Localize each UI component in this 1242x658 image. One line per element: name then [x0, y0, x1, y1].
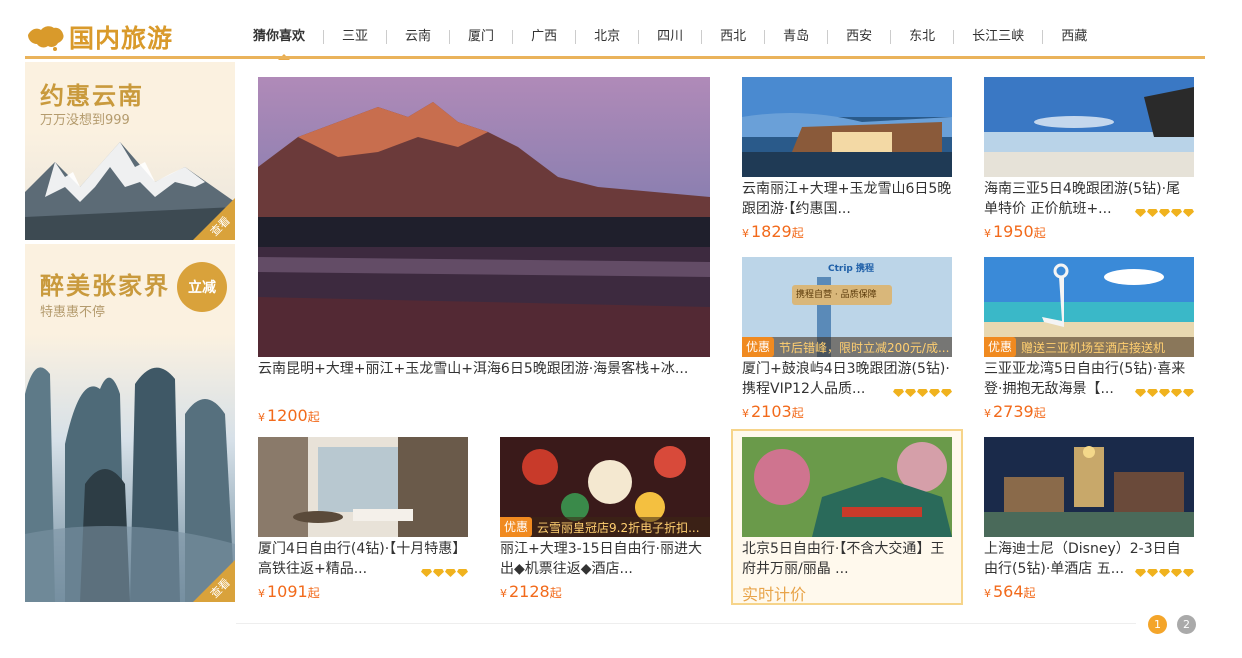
product-card[interactable]: 云南丽江+大理+玉龙雪山6日5晚跟团游·【约惠国... ¥1829起 — [742, 77, 952, 241]
product-title: 海南三亚5日4晚跟团游(5钻)·尾单特价 正价航班+... — [984, 179, 1194, 219]
product-image — [984, 437, 1194, 537]
product-card[interactable]: 优惠 赠送三亚机场至酒店接送机 三亚亚龙湾5日自由行(5钻)·喜来登·拥抱无敌海景… — [984, 257, 1194, 421]
product-price: ¥564起 — [984, 582, 1036, 601]
nav-tab-tibet[interactable]: 西藏 — [1042, 30, 1105, 44]
diamond-rating — [1132, 389, 1194, 397]
product-price: ¥2103起 — [742, 402, 804, 421]
product-title: 云南丽江+大理+玉龙雪山6日5晚跟团游·【约惠国... — [742, 181, 952, 217]
header-divider — [25, 56, 1205, 59]
nav-tab-sichuan[interactable]: 四川 — [638, 30, 701, 44]
product-image — [258, 437, 468, 537]
product-image — [984, 77, 1194, 177]
product-card[interactable]: Ctrip 携程 携程自营 · 品质保障 优惠 节后错峰，限时立减200元/成..… — [742, 257, 952, 421]
product-image — [258, 77, 710, 357]
product-price: ¥2739起 — [984, 402, 1046, 421]
product-card[interactable]: 优惠 云雪丽皇冠店9.2折电子折扣... 丽江+大理3-15日自由行·丽进大出◆机… — [500, 437, 710, 601]
product-price: ¥1091起 — [258, 582, 320, 601]
product-title: 北京5日自由行·【不含大交通】王府井万丽/丽晶 ... — [742, 541, 945, 577]
nav-tab-northwest[interactable]: 西北 — [701, 30, 764, 44]
ctrip-brand-text: Ctrip 携程 — [828, 264, 875, 274]
nav-tab-xiamen[interactable]: 厦门 — [449, 30, 512, 44]
promo-bar: 优惠 节后错峰，限时立减200元/成... — [742, 337, 952, 357]
banner-yunnan[interactable]: 约惠云南 万万没想到999 查看 — [25, 62, 235, 240]
product-image: 优惠 云雪丽皇冠店9.2折电子折扣... — [500, 437, 710, 537]
promo-tag: 优惠 — [500, 517, 533, 537]
product-price: ¥1829起 — [742, 222, 804, 241]
nav-tab-sanya[interactable]: 三亚 — [323, 30, 386, 44]
product-title: 丽江+大理3-15日自由行·丽进大出◆机票往返◆酒店... — [500, 541, 702, 577]
banner-zhangjiajie[interactable]: 醉美张家界 特惠惠不停 立减 查看 — [25, 244, 235, 602]
footer-divider — [236, 623, 1136, 624]
banner-subtitle: 特惠惠不停 — [40, 305, 106, 320]
product-price: ¥1950起 — [984, 222, 1046, 241]
product-price: ¥1200起 — [258, 406, 320, 425]
china-map-icon — [28, 26, 64, 51]
product-title: 云南昆明+大理+丽江+玉龙雪山+洱海6日5晚跟团游·海景客栈+冰... — [258, 361, 689, 377]
logo-text: 国内旅游 — [69, 24, 174, 53]
quality-slogan-text: 携程自营 · 品质保障 — [796, 290, 877, 300]
product-card[interactable]: 上海迪士尼（Disney）2-3日自由行(5钻)·单酒店 五... ¥564起 — [984, 437, 1194, 601]
product-card-large[interactable]: 云南昆明+大理+丽江+玉龙雪山+洱海6日5晚跟团游·海景客栈+冰... ¥120… — [258, 77, 710, 425]
diamond-rating — [1132, 209, 1194, 217]
promo-bar: 优惠 赠送三亚机场至酒店接送机 — [984, 337, 1194, 357]
logo[interactable]: 国内旅游 — [25, 18, 205, 56]
product-image: Ctrip 携程 携程自营 · 品质保障 优惠 节后错峰，限时立减200元/成..… — [742, 257, 952, 357]
realtime-pricing-label: 实时计价 — [742, 585, 807, 604]
product-card[interactable]: 厦门4日自由行(4钻)·【十月特惠】高铁往返+精品... ¥1091起 — [258, 437, 468, 601]
banner-subtitle: 万万没想到999 — [40, 113, 130, 128]
nav-tab-northeast[interactable]: 东北 — [890, 30, 953, 44]
pagination: 1 2 — [1148, 615, 1196, 634]
promo-text: 节后错峰，限时立减200元/成... — [779, 340, 950, 355]
promo-text: 云雪丽皇冠店9.2折电子折扣... — [537, 520, 700, 535]
nav-tab-three-gorges[interactable]: 长江三峡 — [953, 30, 1042, 44]
product-card[interactable]: 海南三亚5日4晚跟团游(5钻)·尾单特价 正价航班+... ¥1950起 — [984, 77, 1194, 241]
destination-nav: 猜你喜欢 三亚 云南 厦门 广西 北京 四川 西北 青岛 西安 东北 长江三峡 … — [245, 26, 1105, 60]
banner-title: 约惠云南 — [40, 82, 144, 110]
nav-tab-yunnan[interactable]: 云南 — [386, 30, 449, 44]
product-image — [742, 77, 952, 177]
nav-tab-recommended[interactable]: 猜你喜欢 — [245, 30, 323, 60]
product-title: 厦门+鼓浪屿4日3晚跟团游(5钻)·携程VIP12人品质... — [742, 359, 952, 399]
product-title: 上海迪士尼（Disney）2-3日自由行(5钻)·单酒店 五... — [984, 539, 1194, 579]
nav-tab-qingdao[interactable]: 青岛 — [764, 30, 827, 44]
nav-tab-guangxi[interactable]: 广西 — [512, 30, 575, 44]
nav-tab-xian[interactable]: 西安 — [827, 30, 890, 44]
promo-tag: 优惠 — [742, 337, 775, 357]
discount-badge: 立减 — [177, 262, 227, 312]
nav-tab-beijing[interactable]: 北京 — [575, 30, 638, 44]
promo-tag: 优惠 — [984, 337, 1017, 357]
banner-title: 醉美张家界 — [40, 272, 170, 300]
page-1-button[interactable]: 1 — [1148, 615, 1167, 634]
product-title: 三亚亚龙湾5日自由行(5钻)·喜来登·拥抱无敌海景【... — [984, 359, 1194, 399]
product-card[interactable]: 北京5日自由行·【不含大交通】王府井万丽/丽晶 ... 实时计价 — [742, 437, 952, 605]
product-title: 厦门4日自由行(4钻)·【十月特惠】高铁往返+精品... — [258, 541, 468, 577]
product-image: 优惠 赠送三亚机场至酒店接送机 — [984, 257, 1194, 357]
diamond-rating — [1132, 569, 1194, 577]
page-2-button[interactable]: 2 — [1177, 615, 1196, 634]
promo-text: 赠送三亚机场至酒店接送机 — [1021, 340, 1166, 355]
product-price: ¥2128起 — [500, 582, 562, 601]
diamond-rating — [890, 389, 952, 397]
promo-bar: 优惠 云雪丽皇冠店9.2折电子折扣... — [500, 517, 710, 537]
diamond-rating — [418, 569, 468, 577]
product-image — [742, 437, 952, 537]
